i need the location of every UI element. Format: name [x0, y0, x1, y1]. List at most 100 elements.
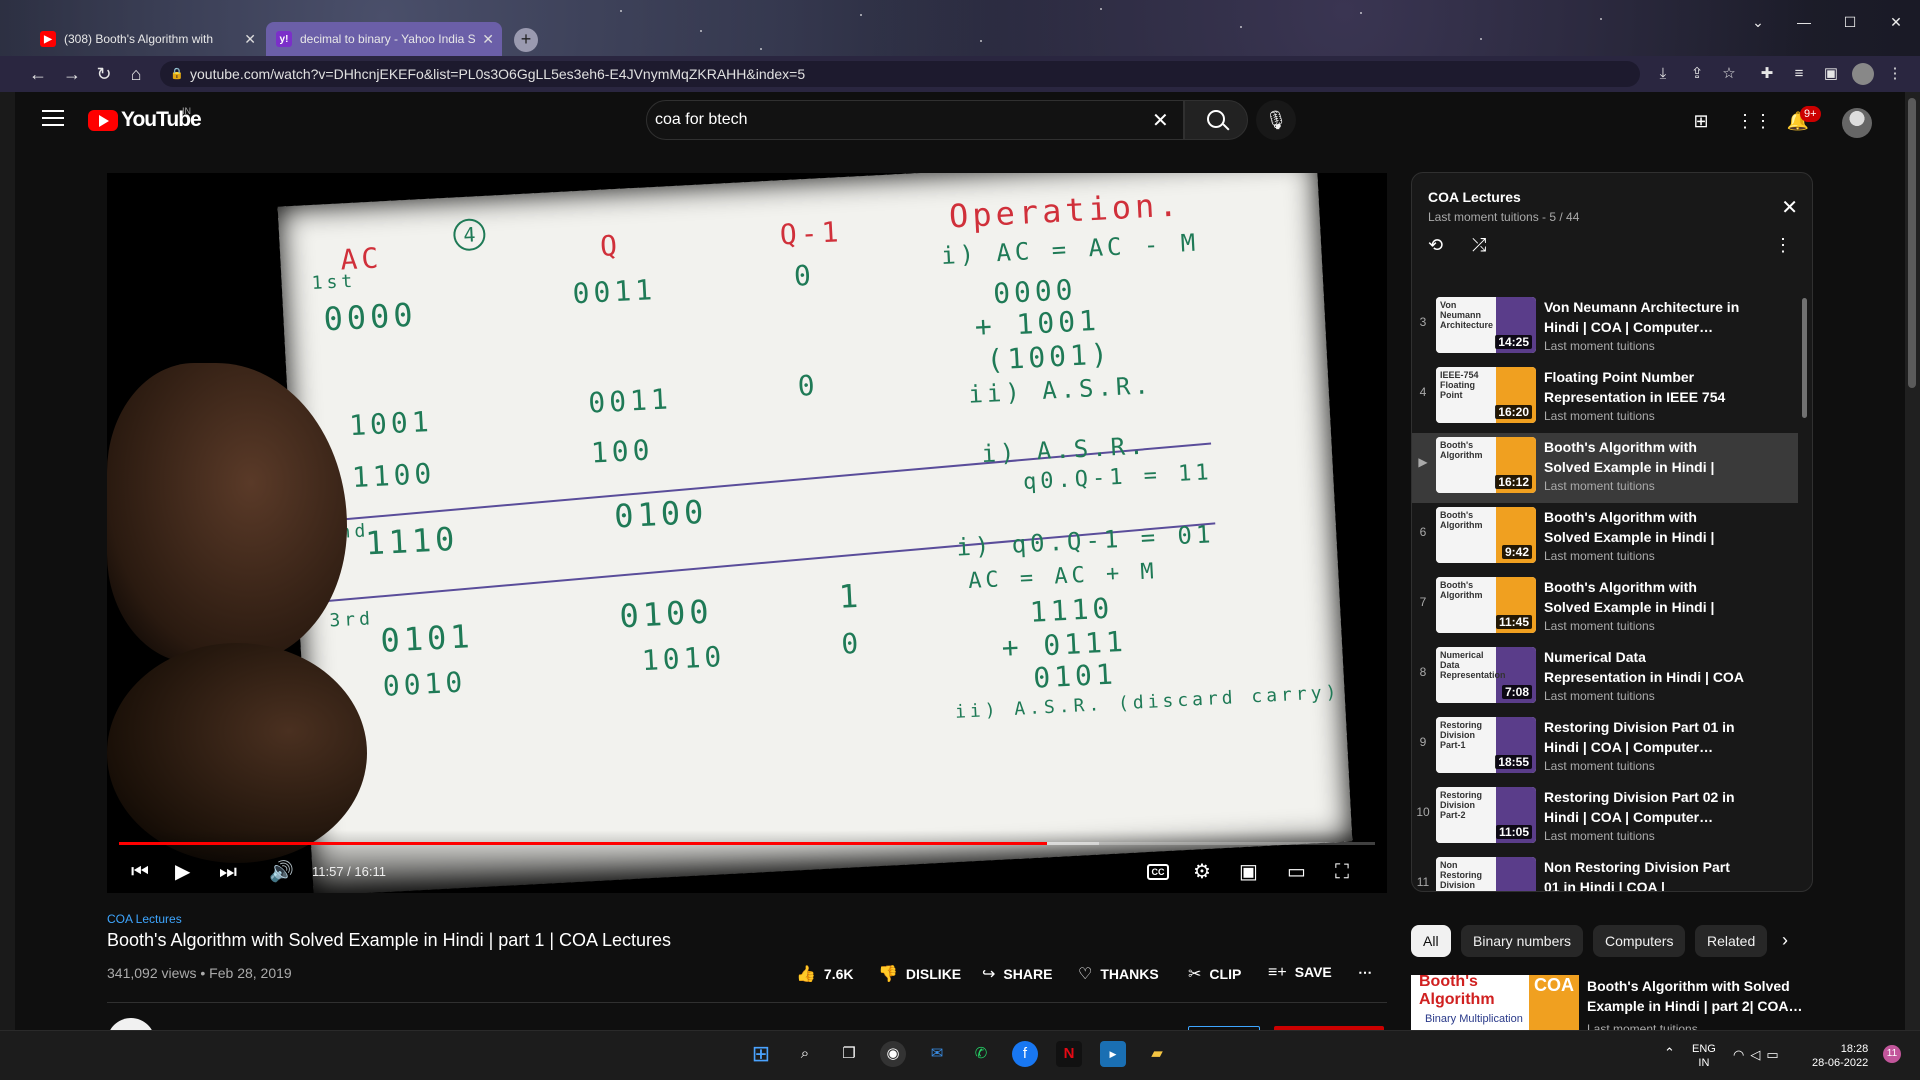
progress-fill — [119, 842, 1048, 845]
whatsapp-icon[interactable]: ✆ — [968, 1041, 994, 1067]
next-video-icon[interactable]: ⏭ — [219, 860, 237, 884]
prime-video-icon[interactable]: ▶ — [1100, 1041, 1126, 1067]
tab-close-icon[interactable]: ✕ — [482, 31, 494, 48]
chip-all[interactable]: All — [1411, 925, 1451, 957]
bookmark-star-icon[interactable]: ☆ — [1718, 63, 1740, 85]
notification-count-badge[interactable]: 11 — [1883, 1045, 1901, 1063]
search-taskbar-icon[interactable]: ⌕ — [792, 1041, 818, 1067]
apps-grid-icon[interactable]: ⋮⋮ — [1736, 108, 1772, 134]
facebook-icon[interactable]: f — [1012, 1041, 1038, 1067]
chip-computers[interactable]: Computers — [1593, 925, 1686, 957]
close-icon[interactable]: ✕ — [1781, 195, 1798, 220]
progress-bar[interactable] — [119, 842, 1375, 845]
save-button[interactable]: ≡+ SAVE — [1268, 964, 1332, 982]
chrome-icon[interactable]: ◉ — [880, 1041, 906, 1067]
browser-tab-youtube[interactable]: ▶ (308) Booth's Algorithm with ✕ — [30, 22, 264, 56]
search-input[interactable]: coa for btech — [646, 100, 1184, 140]
minimize-button[interactable]: — — [1782, 10, 1826, 34]
related-video-title[interactable]: Booth's Algorithm with Solved Example in… — [1587, 976, 1807, 1016]
side-panel-icon[interactable]: ▣ — [1820, 63, 1842, 85]
previous-video-icon[interactable]: ⏮ — [131, 860, 149, 884]
chip-related[interactable]: Related — [1695, 925, 1767, 957]
tab-close-icon[interactable]: ✕ — [244, 31, 256, 48]
windows-start-icon[interactable]: ⊞ — [748, 1041, 774, 1067]
playlist-thumbnail[interactable]: Booth's Algorithm 16:12 — [1436, 437, 1536, 493]
playlist-item[interactable]: 6 Booth's Algorithm 9:42 Booth's Algorithm … — [1412, 503, 1798, 573]
scrollbar-thumb[interactable] — [1908, 98, 1916, 388]
task-view-icon[interactable]: ❐ — [836, 1041, 862, 1067]
playlist-title[interactable]: COA Lectures — [1428, 189, 1521, 205]
playlist-item[interactable]: 9 Restoring Division Part-1 18:55 Restoring… — [1412, 713, 1798, 783]
close-window-button[interactable]: ✕ — [1874, 10, 1918, 34]
thanks-button[interactable]: ♡ THANKS — [1078, 964, 1159, 984]
playlist-thumbnail[interactable]: Von Neumann Architecture 14:25 — [1436, 297, 1536, 353]
tray-overflow-icon[interactable]: ⌃ — [1664, 1045, 1675, 1061]
install-icon[interactable]: ⤓ — [1652, 63, 1674, 85]
file-explorer-icon[interactable]: ▰ — [1144, 1041, 1170, 1067]
captions-button[interactable]: CC — [1147, 864, 1169, 880]
home-icon[interactable]: ⌂ — [124, 62, 148, 86]
youtube-logo-icon[interactable] — [88, 110, 118, 131]
more-actions-icon[interactable]: ⋯ — [1358, 964, 1372, 981]
playlist-thumbnail[interactable]: Restoring Division Part-1 18:55 — [1436, 717, 1536, 773]
reading-list-icon[interactable]: ≡ — [1788, 63, 1810, 85]
playlist-item[interactable]: 11 Non Restoring Division Part-113:00Non … — [1412, 853, 1798, 891]
extensions-icon[interactable]: ✚ — [1756, 63, 1778, 85]
playlist-scrollbar[interactable] — [1802, 298, 1807, 418]
playlist-item[interactable]: 3 Von Neumann Architecture 14:25 Von Neuman… — [1412, 293, 1798, 363]
url-bar[interactable]: 🔒 youtube.com/watch?v=DHhcnjEKEFo&list=P… — [160, 61, 1640, 87]
playlist-thumbnail[interactable]: Restoring Division Part-2 11:05 — [1436, 787, 1536, 843]
forward-icon[interactable]: → — [60, 62, 84, 86]
fullscreen-icon[interactable]: ⛶ — [1335, 860, 1349, 884]
theater-mode-icon[interactable]: ▭ — [1287, 860, 1306, 884]
playlist-item[interactable]: 4 IEEE-754 Floating Point 16:20 Floating Po… — [1412, 363, 1798, 433]
playlist-item[interactable]: 7 Booth's Algorithm 11:45 Booth's Algorithm… — [1412, 573, 1798, 643]
chip-binary-numbers[interactable]: Binary numbers — [1461, 925, 1584, 957]
tab-search-icon[interactable]: ⌄ — [1736, 10, 1780, 34]
like-button[interactable]: 👍 7.6K — [796, 964, 854, 984]
playlist-item[interactable]: ▶ Booth's Algorithm 16:12 Booth's Algorithm… — [1412, 433, 1798, 503]
playlist-item[interactable]: 10 Restoring Division Part-2 11:05 Restorin… — [1412, 783, 1798, 853]
reload-icon[interactable]: ↻ — [92, 62, 116, 86]
chevron-right-icon[interactable]: › — [1782, 930, 1788, 951]
account-avatar[interactable] — [1842, 108, 1872, 138]
voice-search-icon[interactable]: 🎙 — [1256, 100, 1296, 140]
video-player[interactable]: AC 4 Q Q-1 Operation. 1st 0000 0011 0 i)… — [107, 173, 1387, 893]
new-tab-button[interactable]: + — [514, 28, 538, 52]
related-thumbnail[interactable]: COA Booth's Algorithm Binary Multiplicat… — [1411, 975, 1579, 1030]
playlist-thumbnail[interactable]: IEEE-754 Floating Point 16:20 — [1436, 367, 1536, 423]
search-button[interactable] — [1184, 100, 1248, 140]
profile-icon[interactable] — [1852, 63, 1874, 85]
country-code: IN — [182, 106, 191, 116]
search-clear-icon[interactable]: ✕ — [1152, 108, 1169, 133]
create-video-icon[interactable]: ⊞ — [1688, 108, 1714, 134]
playlist-thumbnail[interactable]: Booth's Algorithm 9:42 — [1436, 507, 1536, 563]
volume-icon[interactable]: 🔊 — [269, 860, 294, 884]
playlist-thumbnail[interactable]: Numerical Data Representation 7:08 — [1436, 647, 1536, 703]
miniplayer-icon[interactable]: ▣ — [1239, 860, 1258, 884]
back-icon[interactable]: ← — [26, 62, 50, 86]
page-scrollbar[interactable] — [1905, 92, 1920, 1030]
browser-tab-yahoo[interactable]: y! decimal to binary - Yahoo India S ✕ — [266, 22, 502, 56]
share-page-icon[interactable]: ⇪ — [1686, 63, 1708, 85]
clock[interactable]: 18:28 28-06-2022 — [1812, 1042, 1868, 1070]
netflix-icon[interactable]: N — [1056, 1041, 1082, 1067]
browser-menu-icon[interactable]: ⋮ — [1884, 63, 1906, 85]
tray-wifi-volume-battery-icon[interactable]: ◠◁▭ — [1733, 1047, 1785, 1063]
clip-button[interactable]: ✂ CLIP — [1188, 964, 1241, 984]
playlist-thumbnail[interactable]: Non Restoring Division Part-113:00 — [1436, 857, 1536, 891]
maximize-button[interactable]: ☐ — [1828, 10, 1872, 34]
play-icon[interactable]: ▶ — [175, 860, 190, 884]
menu-icon[interactable] — [42, 110, 64, 126]
mail-icon[interactable]: ✉ — [924, 1041, 950, 1067]
language-indicator[interactable]: ENG IN — [1692, 1042, 1716, 1070]
loop-icon[interactable]: ⟲ — [1428, 235, 1443, 256]
settings-gear-icon[interactable]: ⚙ — [1193, 860, 1211, 884]
dislike-button[interactable]: 👎 DISLIKE — [878, 964, 961, 984]
playlist-link[interactable]: COA Lectures — [107, 912, 182, 926]
playlist-more-icon[interactable]: ⋮ — [1774, 235, 1792, 256]
playlist-item[interactable]: 8 Numerical Data Representation 7:08 Numeri… — [1412, 643, 1798, 713]
shuffle-icon[interactable]: ⤮ — [1472, 235, 1486, 256]
share-button[interactable]: ↪ SHARE — [982, 964, 1052, 984]
playlist-thumbnail[interactable]: Booth's Algorithm 11:45 — [1436, 577, 1536, 633]
